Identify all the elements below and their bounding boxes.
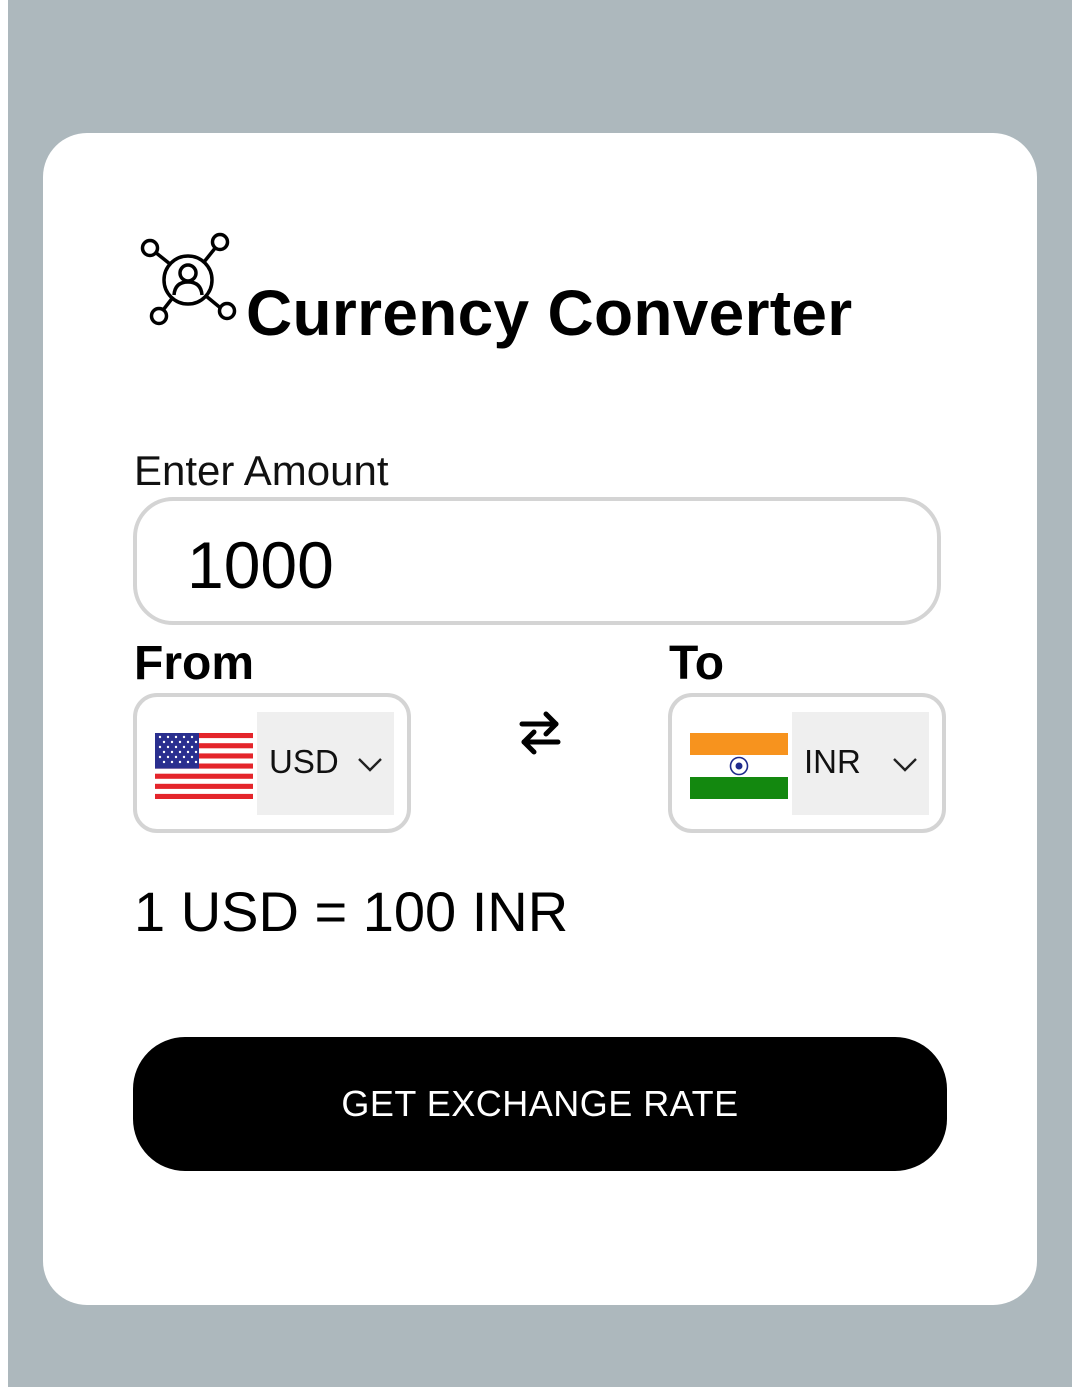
network-user-icon bbox=[140, 232, 237, 326]
india-flag-icon bbox=[690, 733, 788, 799]
app-title: Currency Converter bbox=[246, 277, 853, 349]
amount-input[interactable]: 1000 bbox=[133, 497, 941, 625]
to-currency-select[interactable]: INR bbox=[668, 693, 946, 833]
from-currency-dropdown[interactable]: USD bbox=[257, 712, 394, 815]
exchange-rate-text: 1 USD = 100 INR bbox=[134, 880, 569, 943]
from-label: From bbox=[134, 637, 254, 690]
to-currency-code: INR bbox=[804, 743, 861, 780]
amount-label: Enter Amount bbox=[134, 447, 389, 494]
swap-arrows-icon[interactable] bbox=[516, 708, 564, 758]
from-currency-code: USD bbox=[269, 743, 339, 780]
chevron-down-icon bbox=[893, 758, 917, 772]
to-label: To bbox=[669, 637, 725, 690]
to-currency-dropdown[interactable]: INR bbox=[792, 712, 929, 815]
chevron-down-icon bbox=[358, 758, 382, 772]
from-currency-select[interactable]: USD bbox=[133, 693, 411, 833]
get-exchange-rate-button[interactable]: GET EXCHANGE RATE bbox=[133, 1037, 947, 1171]
amount-value: 1000 bbox=[187, 528, 334, 602]
us-flag-icon bbox=[155, 733, 253, 799]
